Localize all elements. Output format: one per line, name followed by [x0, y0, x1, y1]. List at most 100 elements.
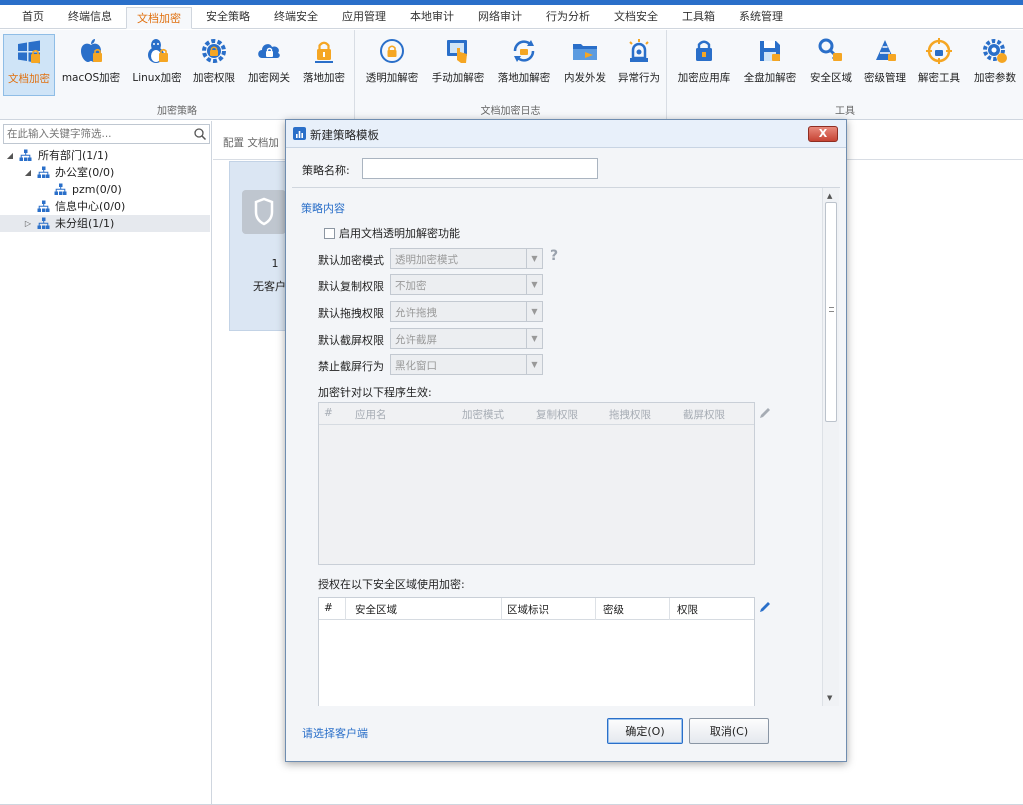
expand-toggle-icon[interactable]: ▷ [23, 215, 33, 232]
scroll-up-arrow-icon[interactable]: ▲ [827, 192, 832, 200]
search-icon[interactable] [193, 127, 207, 141]
linux-encryption-label: Linux加密 [132, 72, 182, 84]
col-index: # [324, 407, 333, 419]
col-separator [501, 598, 502, 620]
landing-encryption-label: 落地加密 [303, 72, 345, 84]
menu-tab-behavior-analysis[interactable]: 行为分析 [536, 6, 600, 28]
chart-app-icon [293, 127, 306, 140]
collapse-toggle-icon[interactable]: ◢ [5, 147, 15, 164]
menu-tab-local-audit[interactable]: 本地审计 [400, 6, 464, 28]
policy-content-scroll-area[interactable]: 策略内容 启用文档透明加解密功能 默认加密模式 透明加密模式 ▼ ? 默认复制权… [292, 188, 840, 706]
scroll-down-arrow-icon[interactable]: ▼ [827, 694, 832, 702]
linux-encryption-button[interactable]: Linux加密 [128, 34, 186, 96]
gear-lock-icon [202, 39, 226, 63]
select-client-link[interactable]: 请选择客户端 [302, 725, 368, 741]
breadcrumb: 配置 文档加 [223, 137, 279, 149]
encryption-permission-label: 加密权限 [193, 72, 235, 84]
ribbon-group-encryption-log: 透明加解密 手动加解密 落地加解密 内发外发 异常行为 文档加密日志 [355, 30, 667, 120]
copy-permission-select[interactable]: 不加密 ▼ [390, 274, 543, 295]
forbid-screenshot-select[interactable]: 黑化窗口 ▼ [390, 354, 543, 375]
col-screenshot-permission: 截屏权限 [683, 409, 725, 421]
encrypted-app-library-button[interactable]: 加密应用库 [673, 34, 735, 96]
tree-node-pzm[interactable]: pzm(0/0) [0, 181, 210, 198]
tree-node-all-departments[interactable]: ◢ 所有部门(1/1) [0, 147, 210, 164]
full-disk-encrypt-button[interactable]: 全盘加解密 [739, 34, 801, 96]
macos-encryption-button[interactable]: macOS加密 [60, 34, 122, 96]
copy-permission-value: 不加密 [395, 280, 427, 292]
manual-decrypt-log-button[interactable]: 手动加解密 [427, 34, 489, 96]
drag-permission-value: 允许拖拽 [395, 307, 437, 319]
transparent-decrypt-log-label: 透明加解密 [365, 72, 419, 84]
encryption-permission-button[interactable]: 加密权限 [188, 34, 240, 96]
menu-tab-system-management[interactable]: 系统管理 [729, 6, 793, 28]
screenshot-permission-value: 允许截屏 [395, 334, 437, 346]
scrollbar-thumb[interactable] [825, 202, 837, 422]
encrypted-app-library-label: 加密应用库 [677, 72, 731, 84]
edit-pencil-icon[interactable] [758, 406, 772, 420]
landing-decrypt-log-label: 落地加解密 [497, 72, 551, 84]
send-internal-external-button[interactable]: 内发外发 [559, 34, 611, 96]
enable-transparent-encryption-checkbox[interactable]: 启用文档透明加解密功能 [324, 225, 460, 241]
manual-hand-icon [447, 40, 467, 63]
tree-search-input[interactable] [4, 125, 189, 143]
department-tree-panel: ◢ 所有部门(1/1) ◢ 办公室(0/0) pzm(0/0) 信息中心(0/0… [0, 121, 212, 805]
tree-node-ungrouped[interactable]: ▷ 未分组(1/1) [0, 215, 210, 232]
menu-tab-toolbox[interactable]: 工具箱 [672, 6, 725, 28]
lock-app-icon [696, 40, 712, 61]
col-separator [669, 598, 670, 620]
encrypt-mode-select[interactable]: 透明加密模式 ▼ [390, 248, 543, 269]
cancel-button[interactable]: 取消(C) [689, 718, 769, 744]
org-chart-icon [37, 217, 50, 229]
encryption-gateway-label: 加密网关 [248, 72, 290, 84]
ok-button[interactable]: 确定(O) [607, 718, 683, 744]
drag-permission-label: 默认拖拽权限 [318, 307, 384, 320]
menu-tab-doc-security[interactable]: 文档安全 [604, 6, 668, 28]
col-drag-permission: 拖拽权限 [609, 409, 651, 421]
encryption-gateway-button[interactable]: 加密网关 [243, 34, 295, 96]
chevron-down-icon: ▼ [526, 302, 542, 321]
policy-name-input[interactable] [362, 158, 598, 179]
screenshot-permission-select[interactable]: 允许截屏 ▼ [390, 328, 543, 349]
menu-tab-home[interactable]: 首页 [12, 6, 54, 28]
abnormal-behavior-button[interactable]: 异常行为 [613, 34, 665, 96]
help-question-icon[interactable]: ? [550, 248, 558, 264]
menu-tab-security-policy[interactable]: 安全策略 [196, 6, 260, 28]
menu-tab-app-management[interactable]: 应用管理 [332, 6, 396, 28]
drag-permission-select[interactable]: 允许拖拽 ▼ [390, 301, 543, 322]
col-separator [595, 598, 596, 620]
security-zone-button[interactable]: 安全区域 [805, 34, 857, 96]
landing-encryption-button[interactable]: 落地加密 [298, 34, 350, 96]
ribbon-group-label-policy: 加密策略 [157, 106, 197, 117]
key-icon [818, 38, 842, 62]
checkbox-box[interactable] [324, 228, 335, 239]
dialog-vertical-scrollbar[interactable]: ▲ ▼ [822, 188, 839, 706]
doc-encryption-button[interactable]: 文档加密 [3, 34, 55, 96]
alarm-icon [629, 39, 649, 62]
windows-icon [18, 40, 40, 64]
new-policy-template-dialog: 新建策略模板 X 策略名称: 策略内容 启用文档透明加解密功能 默认加密模式 透… [285, 119, 847, 762]
menu-tab-doc-encryption[interactable]: 文档加密 [126, 7, 192, 29]
forbid-screenshot-value: 黑化窗口 [395, 360, 437, 372]
encryption-params-button[interactable]: 加密参数 [969, 34, 1021, 96]
col-app-name: 应用名 [355, 409, 387, 421]
decrypt-tool-button[interactable]: 解密工具 [913, 34, 965, 96]
dialog-close-button[interactable]: X [808, 126, 838, 142]
chevron-down-icon: ▼ [526, 249, 542, 268]
security-zone-label: 安全区域 [810, 72, 852, 84]
secret-level-button[interactable]: 密级管理 [859, 34, 911, 96]
tree-node-label: 所有部门(1/1) [38, 149, 109, 162]
menu-tab-terminal-info[interactable]: 终端信息 [58, 6, 122, 28]
checkbox-label: 启用文档透明加解密功能 [339, 227, 460, 240]
transparent-decrypt-log-button[interactable]: 透明加解密 [361, 34, 423, 96]
security-zones-table: # 安全区域 区域标识 密级 权限 [318, 597, 755, 706]
menu-tab-network-audit[interactable]: 网络审计 [468, 6, 532, 28]
tree-node-office[interactable]: ◢ 办公室(0/0) [0, 164, 210, 181]
edit-pencil-icon[interactable] [758, 600, 772, 614]
menu-tab-terminal-security[interactable]: 终端安全 [264, 6, 328, 28]
chevron-down-icon: ▼ [526, 329, 542, 348]
tree-node-info-center[interactable]: 信息中心(0/0) [0, 198, 210, 215]
copy-permission-label: 默认复制权限 [318, 280, 384, 293]
landing-decrypt-log-button[interactable]: 落地加解密 [493, 34, 555, 96]
department-tree: ◢ 所有部门(1/1) ◢ 办公室(0/0) pzm(0/0) 信息中心(0/0… [0, 147, 210, 232]
collapse-toggle-icon[interactable]: ◢ [23, 164, 33, 181]
